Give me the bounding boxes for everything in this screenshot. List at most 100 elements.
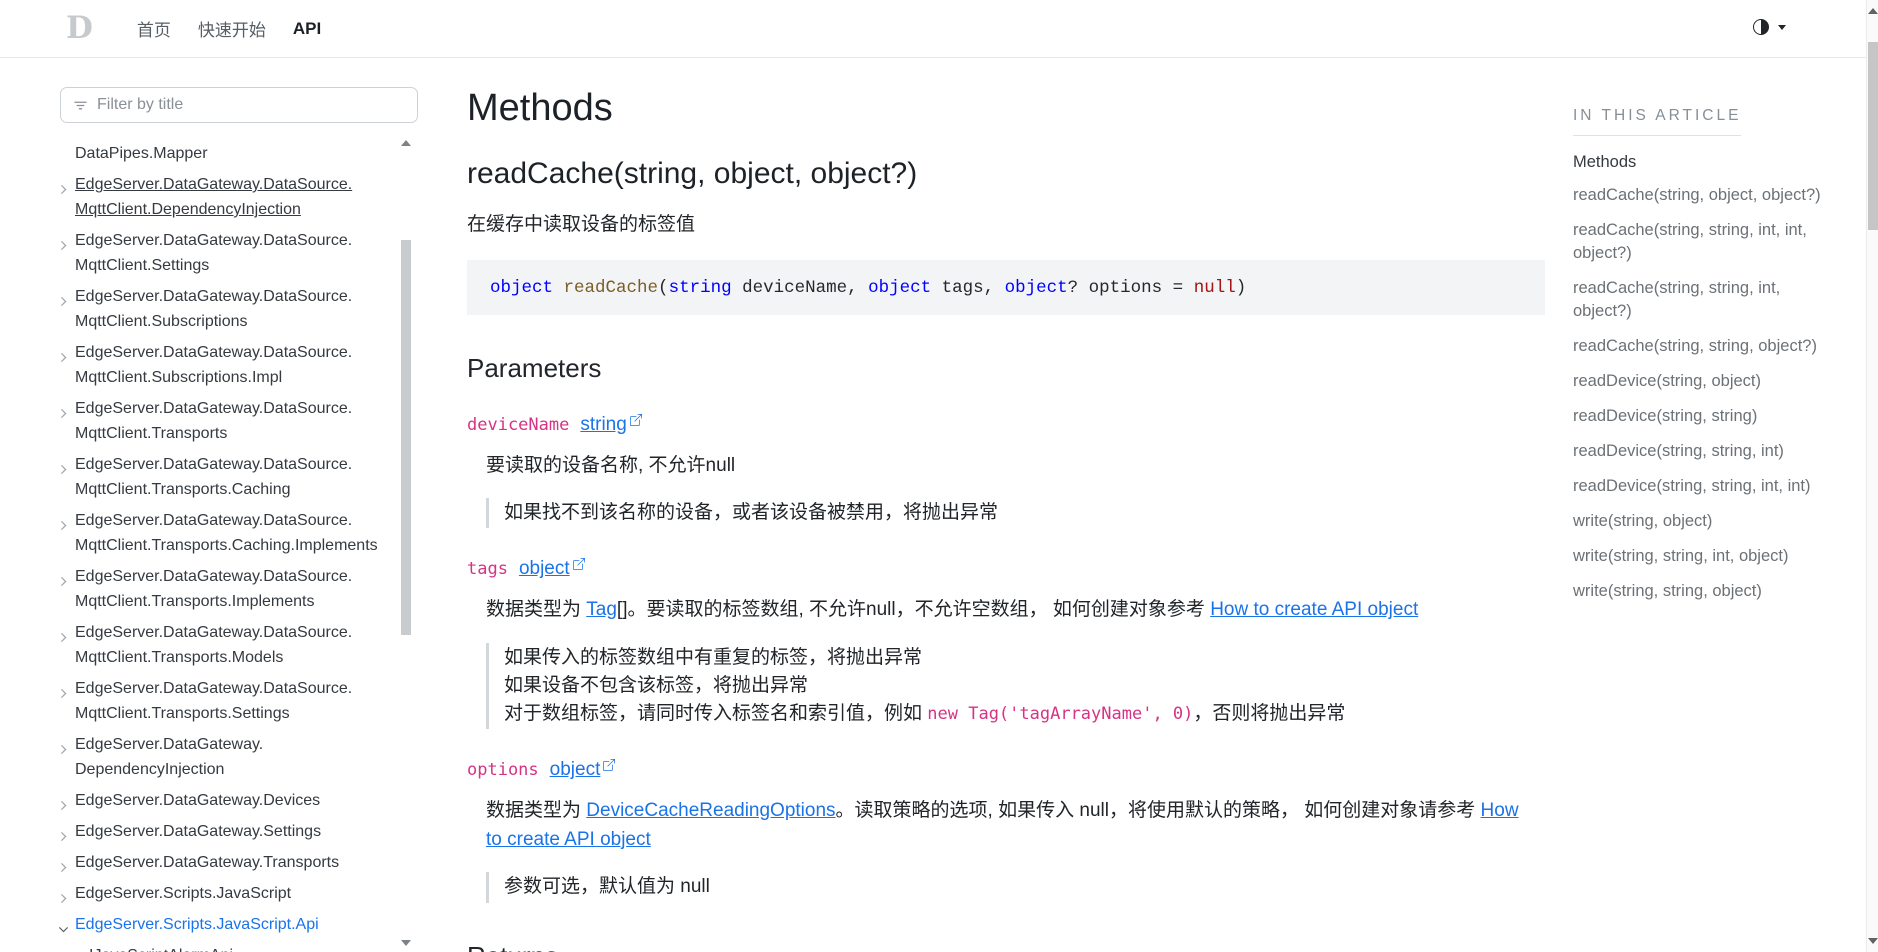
code-token: object xyxy=(868,278,931,298)
code-token: readCache xyxy=(564,278,659,298)
parameter-note: 如果找不到该名称的设备，或者该设备被禁用，将抛出异常 xyxy=(486,498,1545,528)
chevron-right-icon[interactable] xyxy=(58,738,69,763)
sidebar-item-label: EdgeServer.​DataGateway.​DataSource.​Mqt… xyxy=(75,400,352,442)
chevron-right-icon[interactable] xyxy=(58,570,69,595)
sidebar-item[interactable]: EdgeServer.​DataGateway.​Transports xyxy=(60,847,392,878)
toc-items: readCache(string, object, object?) readCa… xyxy=(1573,184,1838,603)
nav-link-首页[interactable]: 首页 xyxy=(137,16,171,41)
chevron-right-icon[interactable] xyxy=(58,402,69,427)
note-line: 如果设备不包含该标签，将抛出异常 xyxy=(504,672,1545,700)
parameter-name: deviceName xyxy=(467,415,569,435)
param-type-link[interactable]: object xyxy=(550,759,616,781)
sidebar-item-label: EdgeServer.​DataGateway.​DependencyInjec… xyxy=(75,736,263,778)
sidebar-item[interactable]: EdgeServer.​DataGateway.​DataSource.​Mqt… xyxy=(60,449,392,505)
code-token xyxy=(553,278,564,298)
sidebar-item[interactable]: EdgeServer.​DataGateway.​DataSource.​Mqt… xyxy=(60,281,392,337)
nav-link-API[interactable]: API xyxy=(293,19,321,39)
toc-item[interactable]: readCache(string, string, object?) xyxy=(1573,335,1838,358)
sidebar-item[interactable]: EdgeServer.​DataGateway.​DataSource.​Mqt… xyxy=(60,561,392,617)
sidebar-scrollbar[interactable] xyxy=(400,128,412,952)
chevron-right-icon[interactable] xyxy=(58,290,69,315)
filter-input[interactable] xyxy=(61,88,417,122)
window-scrollbar-thumb[interactable] xyxy=(1868,42,1878,230)
returns-heading: Returns xyxy=(467,941,1545,952)
chevron-right-icon[interactable] xyxy=(58,346,69,371)
scroll-down-arrow-icon[interactable] xyxy=(1868,938,1878,944)
sidebar-item[interactable]: EdgeServer.​DataGateway.​DataSource.​Mqt… xyxy=(60,673,392,729)
toc-item[interactable]: readCache(string, object, object?) xyxy=(1573,184,1838,207)
sidebar-item[interactable]: EdgeServer.​DataGateway.​DataSource.​Mqt… xyxy=(60,617,392,673)
toc-section-methods[interactable]: Methods xyxy=(1573,153,1838,172)
code-token: tags, xyxy=(931,278,1005,298)
toc-item[interactable]: readDevice(string, string) xyxy=(1573,405,1838,428)
sidebar-item[interactable]: EdgeServer.​DataGateway.​Settings xyxy=(60,816,392,847)
toc-item[interactable]: write(string, string, object) xyxy=(1573,580,1838,603)
method-title: readCache(string, object, object?) xyxy=(467,157,1545,191)
content-link[interactable]: DeviceCacheReadingOptions xyxy=(586,800,835,821)
sidebar-item-label: EdgeServer.​DataGateway.​DataSource.​Mqt… xyxy=(75,680,352,722)
content-link[interactable]: How to create API object xyxy=(1210,599,1418,620)
external-link-icon xyxy=(573,558,585,570)
chevron-right-icon[interactable] xyxy=(58,682,69,707)
sidebar-item-label: EdgeServer.​Scripts.​JavaScript.​Api xyxy=(75,916,319,933)
param-type-link[interactable]: string xyxy=(580,414,641,436)
toc-item[interactable]: readDevice(string, object) xyxy=(1573,370,1838,393)
code-token: null xyxy=(1194,278,1236,298)
inline-code: new Tag('tagArrayName', 0) xyxy=(927,704,1193,724)
toc-item[interactable]: write(string, string, int, object) xyxy=(1573,545,1838,568)
sidebar-item[interactable]: EdgeServer.​DataGateway.​DataSource.​Mqt… xyxy=(60,337,392,393)
sidebar-item[interactable]: DataPipes.​Mapper xyxy=(60,138,392,169)
scroll-down-arrow-icon[interactable] xyxy=(401,940,411,946)
chevron-right-icon[interactable] xyxy=(58,514,69,539)
code-token: object xyxy=(1005,278,1068,298)
code-token: ( xyxy=(658,278,669,298)
toc-title: IN THIS ARTICLE xyxy=(1573,107,1741,136)
sidebar-item-label: EdgeServer.​DataGateway.​Devices xyxy=(75,792,320,809)
sidebar-item-label: EdgeServer.​DataGateway.​DataSource.​Mqt… xyxy=(75,288,352,330)
parameter-header: optionsobject xyxy=(467,759,1545,781)
top-navbar: D 首页 快速开始 API xyxy=(0,0,1878,58)
sidebar-item[interactable]: EdgeServer.​DataGateway.​DataSource.​Mqt… xyxy=(60,505,392,561)
sidebar-item[interactable]: EdgeServer.​DataGateway.​Devices xyxy=(60,785,392,816)
filter-box xyxy=(60,87,418,123)
sidebar-item[interactable]: EdgeServer.​Scripts.​JavaScript.​Api xyxy=(60,909,392,940)
chevron-right-icon[interactable] xyxy=(58,458,69,483)
sidebar-item[interactable]: EdgeServer.​DataGateway.​DataSource.​Mqt… xyxy=(60,225,392,281)
toc-item[interactable]: readCache(string, string, int, int, obje… xyxy=(1573,219,1838,265)
param-type-link[interactable]: object xyxy=(519,558,585,580)
in-this-article-panel: IN THIS ARTICLE Methods readCache(string… xyxy=(1571,58,1878,952)
sidebar-item-label: EdgeServer.​DataGateway.​DataSource.​Mqt… xyxy=(75,176,352,218)
theme-toggle-button[interactable] xyxy=(1753,19,1786,35)
sidebar-scrollbar-thumb[interactable] xyxy=(401,240,411,635)
toc-item[interactable]: readDevice(string, string, int) xyxy=(1573,440,1838,463)
code-token: string xyxy=(669,278,732,298)
sidebar-item[interactable]: EdgeServer.​DataGateway.​DataSource.​Mqt… xyxy=(60,393,392,449)
chevron-right-icon[interactable] xyxy=(58,178,69,203)
parameter-description: 数据类型为 DeviceCacheReadingOptions。读取策略的选项,… xyxy=(486,797,1527,854)
sidebar-item[interactable]: EdgeServer.​DataGateway.​DependencyInjec… xyxy=(60,729,392,785)
toc-item[interactable]: readCache(string, string, int, object?) xyxy=(1573,277,1838,323)
scroll-up-arrow-icon[interactable] xyxy=(1868,8,1878,14)
method-summary: 在缓存中读取设备的标签值 xyxy=(467,209,1545,236)
nav-link-快速开始[interactable]: 快速开始 xyxy=(198,16,266,41)
window-scrollbar[interactable] xyxy=(1866,0,1878,952)
sidebar-item-label: DataPipes.​Mapper xyxy=(75,145,208,162)
sidebar-item[interactable]: EdgeServer.​Scripts.​JavaScript xyxy=(60,878,392,909)
theme-half-circle-icon xyxy=(1753,19,1769,35)
sidebar-item-label: EdgeServer.​DataGateway.​Settings xyxy=(75,823,321,840)
sidebar-item-label: IJavaScriptAlarmApi xyxy=(89,947,233,952)
toc-item[interactable]: readDevice(string, string, int, int) xyxy=(1573,475,1838,498)
parameter-block: deviceName string 要读取的设备名称, 不允许null 如果找不到该名… xyxy=(467,414,1545,529)
content-link[interactable]: Tag xyxy=(586,599,617,620)
sidebar-item[interactable]: IJavaScriptAlarmApi xyxy=(60,940,392,952)
chevron-right-icon[interactable] xyxy=(58,626,69,651)
code-token: object xyxy=(490,278,553,298)
chevron-right-icon[interactable] xyxy=(58,234,69,259)
toc-item[interactable]: write(string, object) xyxy=(1573,510,1838,533)
sidebar-item-label: EdgeServer.​DataGateway.​DataSource.​Mqt… xyxy=(75,624,352,666)
site-logo[interactable]: D xyxy=(66,13,93,44)
sidebar-item[interactable]: EdgeServer.​DataGateway.​DataSource.​Mqt… xyxy=(60,169,392,225)
scroll-up-arrow-icon[interactable] xyxy=(401,140,411,146)
parameter-note: 参数可选，默认值为 null xyxy=(486,872,1545,902)
parameter-description: 要读取的设备名称, 不允许null xyxy=(486,452,1527,481)
